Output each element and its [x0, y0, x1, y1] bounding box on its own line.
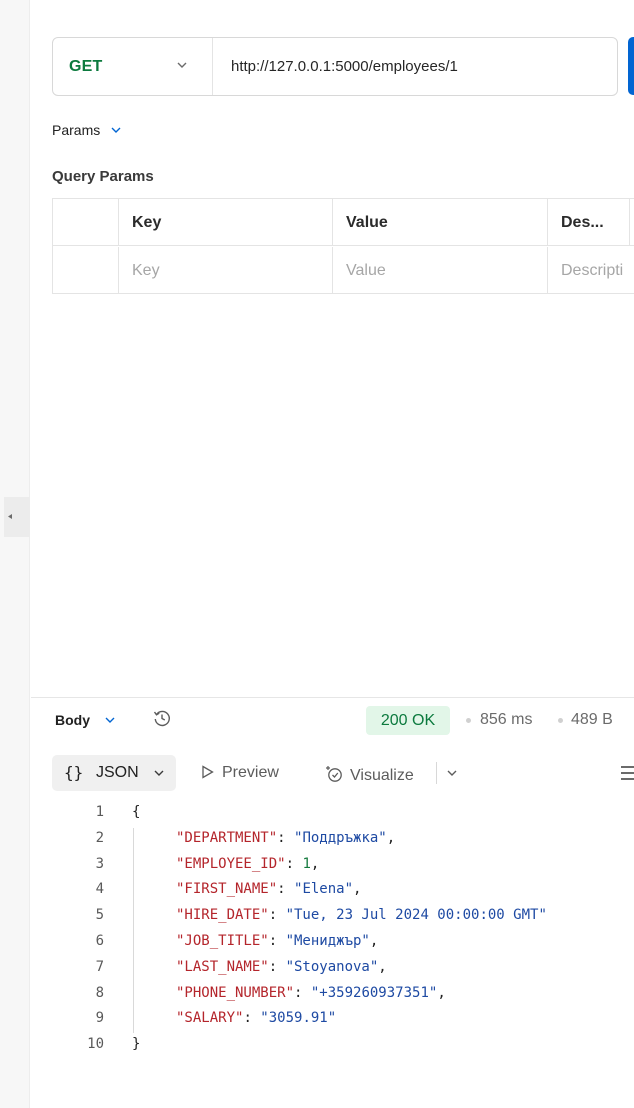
- column-header-key: Key: [119, 199, 333, 246]
- json-value: 1: [302, 855, 311, 872]
- json-key: "SALARY": [176, 1010, 244, 1027]
- format-label: JSON: [96, 764, 139, 781]
- json-key: "HIRE_DATE": [176, 907, 269, 924]
- send-button[interactable]: [628, 37, 634, 95]
- indent-guide: [133, 828, 134, 1033]
- json-key: "PHONE_NUMBER": [176, 984, 295, 1001]
- json-key: "FIRST_NAME": [176, 881, 278, 898]
- line-number: 10: [87, 1036, 104, 1053]
- filter-icon[interactable]: [620, 760, 634, 786]
- query-params-title: Query Params: [52, 168, 154, 185]
- column-divider: [629, 199, 630, 246]
- code-text: "FIRST_NAME": "Elena",: [176, 881, 362, 898]
- play-icon: [202, 765, 214, 779]
- json-key: "DEPARTMENT": [176, 829, 278, 846]
- visualize-label: Visualize: [350, 767, 414, 784]
- preview-button[interactable]: Preview: [201, 764, 279, 782]
- json-value: "+359260937351": [310, 984, 438, 1001]
- code-text: "DEPARTMENT": "Поддръжка",: [176, 829, 396, 846]
- code-text: }: [132, 1036, 141, 1053]
- code-text: "SALARY": "3059.91": [176, 1010, 337, 1027]
- json-key: "JOB_TITLE": [176, 933, 269, 949]
- line-number: 9: [95, 1010, 104, 1027]
- line-number: 3: [95, 855, 104, 872]
- value-input[interactable]: Value: [333, 247, 548, 294]
- checkbox-column-header: [53, 199, 119, 246]
- chevron-down-icon: [177, 62, 187, 68]
- chevron-down-icon[interactable]: [446, 767, 458, 779]
- column-header-value: Value: [333, 199, 548, 246]
- line-number: 7: [95, 958, 104, 975]
- table-row: Key Value Descripti: [53, 247, 634, 294]
- code-text: "EMPLOYEE_ID": 1,: [176, 855, 320, 872]
- method-label: GET: [69, 58, 103, 75]
- response-time: 856 ms: [480, 711, 533, 728]
- chevron-down-icon: [154, 770, 164, 776]
- code-text: "JOB_TITLE": "Мениджър",: [176, 933, 379, 949]
- json-value: "Мениджър": [285, 933, 370, 949]
- separator-dot: [558, 718, 563, 723]
- collapse-handle[interactable]: [4, 497, 30, 537]
- line-number: 5: [95, 907, 104, 924]
- history-icon[interactable]: [152, 708, 172, 728]
- response-body-label: Body: [55, 712, 90, 728]
- method-selector[interactable]: GET: [53, 38, 213, 95]
- tab-params-label: Params: [52, 122, 101, 138]
- table-header-row: Key Value Des...: [53, 199, 634, 246]
- row-checkbox-cell[interactable]: [53, 247, 119, 294]
- description-input[interactable]: Descripti: [548, 247, 634, 294]
- code-text: "HIRE_DATE": "Tue, 23 Jul 2024 00:00:00 …: [176, 907, 547, 924]
- json-value: "Tue, 23 Jul 2024 00:00:00 GMT": [285, 907, 547, 924]
- tab-params[interactable]: Params: [52, 122, 122, 138]
- chevron-left-icon: [8, 514, 12, 519]
- line-number: 4: [95, 881, 104, 898]
- json-value: "Stoyanova": [285, 958, 379, 975]
- pane-divider[interactable]: [31, 697, 634, 698]
- json-value: "3059.91": [260, 1010, 337, 1027]
- status-badge: 200 OK: [366, 706, 450, 735]
- column-header-description: Des...: [561, 214, 604, 231]
- url-bar: GET http://127.0.0.1:5000/employees/1: [52, 37, 618, 96]
- code-text: "LAST_NAME": "Stoyanova",: [176, 958, 387, 975]
- braces-icon: {}: [64, 763, 84, 782]
- line-number: 1: [95, 804, 104, 820]
- url-input[interactable]: http://127.0.0.1:5000/employees/1: [231, 58, 458, 75]
- query-params-table: Key Value Des... Key Value Descripti: [52, 198, 634, 294]
- separator-dot: [466, 718, 471, 723]
- json-key: "LAST_NAME": [176, 958, 269, 975]
- key-input[interactable]: Key: [119, 247, 333, 294]
- json-value: "Поддръжка": [294, 829, 387, 846]
- chevron-down-icon: [111, 127, 121, 133]
- format-selector[interactable]: {} JSON: [52, 755, 176, 791]
- code-text: {: [132, 804, 141, 820]
- visualize-button[interactable]: Visualize: [324, 764, 414, 785]
- left-panel-strip: [0, 0, 30, 1108]
- response-body-tab[interactable]: Body: [55, 712, 116, 728]
- visualize-icon: [326, 766, 342, 782]
- json-value: "Elena": [294, 881, 354, 898]
- line-number: 2: [95, 829, 104, 846]
- json-key: "EMPLOYEE_ID": [176, 855, 286, 872]
- response-size: 489 B: [571, 711, 613, 728]
- line-number: 6: [95, 933, 104, 949]
- chevron-down-icon: [105, 717, 115, 723]
- preview-label: Preview: [222, 764, 279, 781]
- code-text: "PHONE_NUMBER": "+359260937351",: [176, 984, 446, 1001]
- line-number: 8: [95, 984, 104, 1001]
- toolbar-divider: [436, 762, 437, 784]
- request-pane: GET http://127.0.0.1:5000/employees/1 Pa…: [31, 0, 634, 1108]
